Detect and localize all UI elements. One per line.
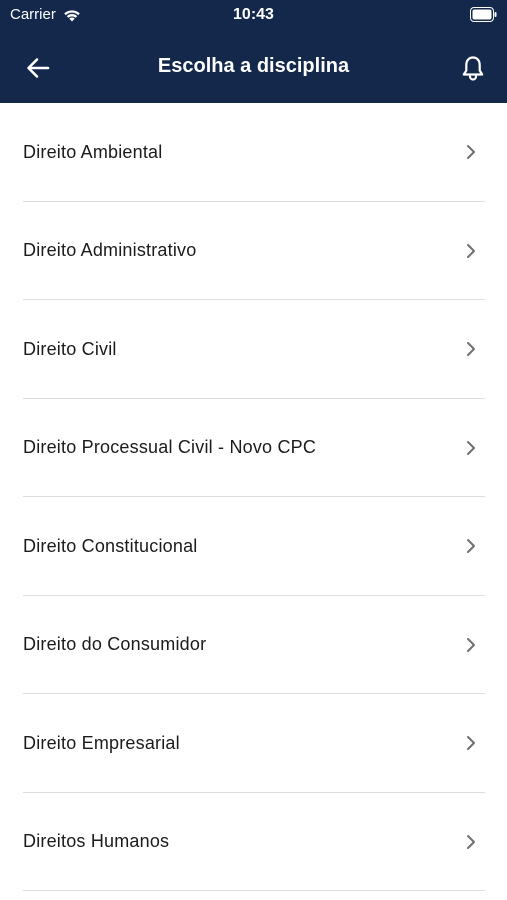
subject-item-direito-civil[interactable]: Direito Civil: [0, 300, 507, 399]
subject-item-direito-do-consumidor[interactable]: Direito do Consumidor: [0, 596, 507, 695]
subject-label: Direito Empresarial: [23, 732, 180, 753]
chevron-right-icon: [467, 145, 475, 160]
subject-label: Direito Civil: [23, 338, 117, 359]
page-title: Escolha a disciplina: [157, 55, 350, 77]
status-time: 10:43: [233, 6, 274, 23]
subject-item-direito-administrativo[interactable]: Direito Administrativo: [0, 202, 507, 301]
subject-label: Direito do Consumidor: [23, 634, 207, 655]
notifications-button[interactable]: [457, 52, 489, 84]
chevron-right-icon: [467, 834, 475, 849]
subject-label: Direito Administrativo: [23, 240, 197, 261]
subject-label: Direito Ambiental: [23, 141, 163, 162]
subject-item-direito-constitucional[interactable]: Direito Constitucional: [0, 497, 507, 596]
app-header: Carrier 10:43 Escolha a disciplina: [0, 0, 507, 103]
chevron-right-icon: [467, 440, 475, 455]
chevron-right-icon: [467, 539, 475, 554]
subject-item-direito-ambiental[interactable]: Direito Ambiental: [0, 103, 507, 202]
chevron-right-icon: [467, 637, 475, 652]
subject-item-direitos-humanos[interactable]: Direitos Humanos: [0, 793, 507, 892]
subject-list: Direito Ambiental Direito Administrativo…: [0, 103, 507, 891]
chevron-right-icon: [467, 243, 475, 258]
chevron-right-icon: [467, 736, 475, 751]
battery-icon: [470, 7, 497, 22]
subject-item-direito-empresarial[interactable]: Direito Empresarial: [0, 694, 507, 793]
chevron-right-icon: [467, 342, 475, 357]
bell-icon: [462, 56, 484, 81]
subject-label: Direito Processual Civil - Novo CPC: [23, 437, 317, 458]
subject-label: Direitos Humanos: [23, 831, 170, 852]
status-bar: Carrier 10:43: [0, 0, 507, 30]
subject-item-direito-processual-civil[interactable]: Direito Processual Civil - Novo CPC: [0, 399, 507, 498]
subject-label: Direito Constitucional: [23, 535, 198, 556]
nav-bar: Escolha a disciplina: [0, 38, 507, 98]
